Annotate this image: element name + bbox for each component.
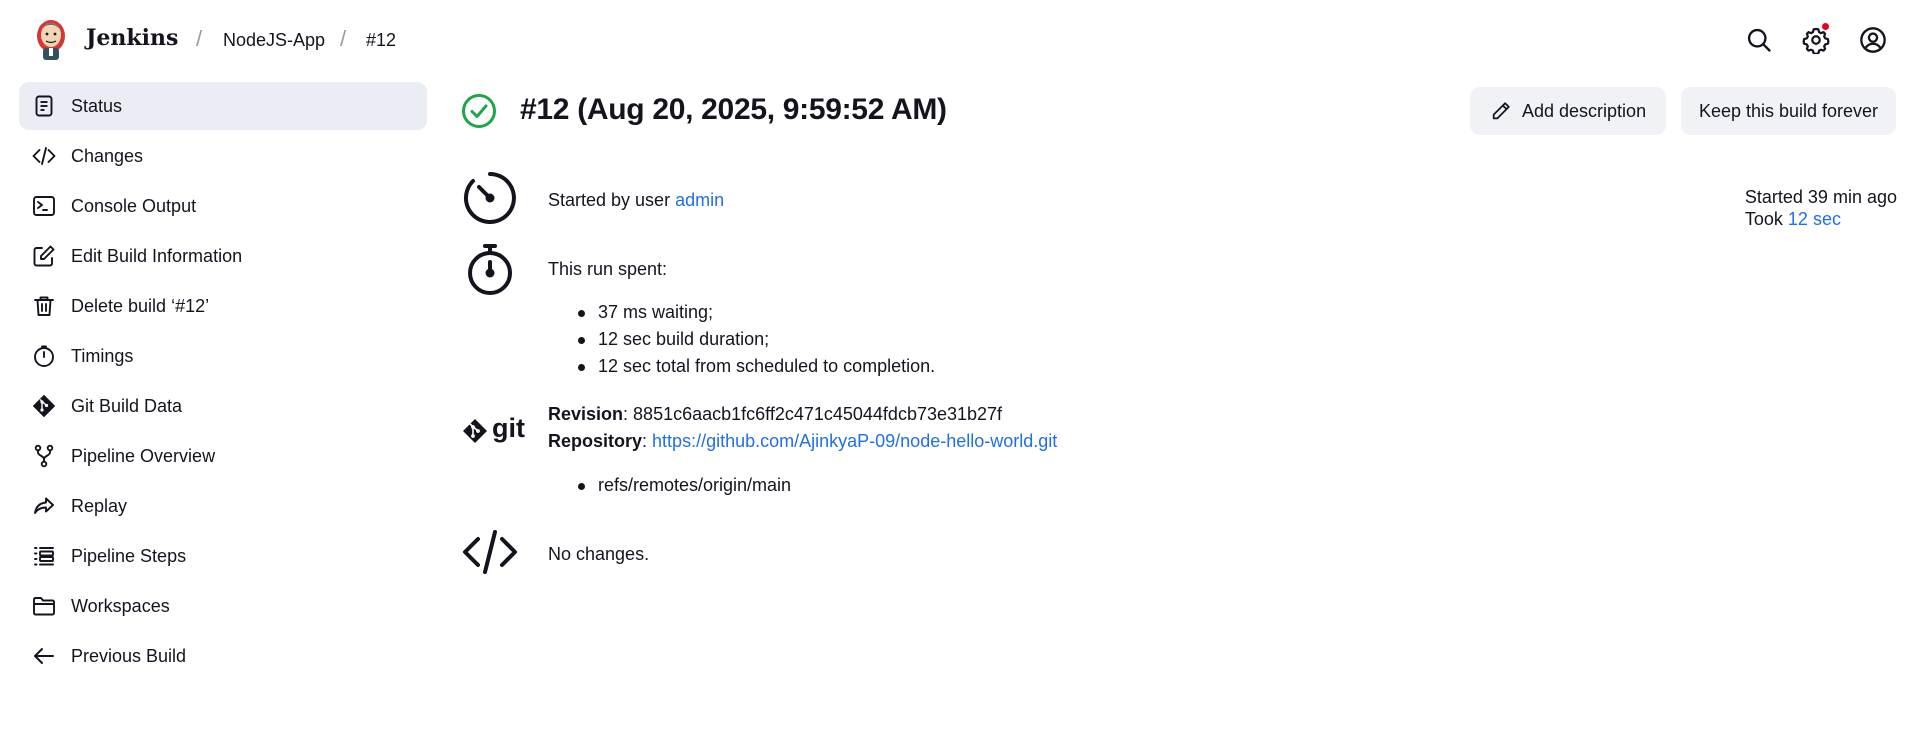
sidebar-item-replay[interactable]: Replay [19, 482, 427, 530]
sidebar-item-console-output[interactable]: Console Output [19, 182, 427, 230]
branch-icon [32, 444, 56, 468]
folder-icon [32, 594, 56, 618]
sidebar-item-label: Delete build ‘#12’ [71, 295, 210, 316]
sidebar-item-label: Previous Build [71, 645, 187, 666]
run-spent-label: This run spent: [548, 259, 668, 279]
add-description-button[interactable]: Add description [1470, 87, 1666, 135]
repository-line: Repository: https://github.com/AjinkyaP-… [548, 431, 1058, 451]
sidebar-item-label: Workspaces [71, 595, 170, 616]
breadcrumb-separator: / [340, 26, 347, 51]
started-ago-text: Started 39 min ago [1744, 187, 1897, 207]
breadcrumb-separator: / [196, 26, 203, 51]
list-item: 37 ms waiting; [548, 299, 935, 326]
sidebar-item-workspaces[interactable]: Workspaces [19, 582, 427, 630]
arrow-left-icon [32, 644, 56, 668]
revision-hash: 8851c6aacb1fc6ff2c471c45044fdcb73e31b27f [633, 404, 1003, 424]
stopwatch-icon [462, 242, 518, 298]
took-prefix: Took [1744, 209, 1788, 229]
sidebar: Status Changes Console Output Edit Build… [19, 82, 427, 682]
no-changes-text: No changes. [548, 544, 650, 564]
search-icon[interactable] [1745, 26, 1773, 54]
git-icon [32, 394, 56, 418]
revision-label: Revision [548, 404, 624, 424]
page-title: #12 (Aug 20, 2025, 9:59:52 AM) [520, 93, 947, 126]
revision-line: Revision: 8851c6aacb1fc6ff2c471c45044fdc… [548, 404, 1003, 424]
sidebar-item-edit-build-information[interactable]: Edit Build Information [19, 232, 427, 280]
took-text: Took 12 sec [1745, 208, 1897, 230]
sidebar-item-label: Console Output [71, 195, 197, 216]
gear-icon[interactable] [1802, 26, 1830, 55]
success-check-icon [461, 93, 497, 129]
trash-icon [32, 294, 56, 318]
timer-icon [462, 170, 518, 226]
run-spent-list: 37 ms waiting; 12 sec build duration; 12… [548, 299, 935, 380]
list-item: 12 sec build duration; [548, 326, 935, 353]
list-item: refs/remotes/origin/main [548, 472, 791, 499]
repository-link[interactable]: https://github.com/AjinkyaP-09/node-hell… [652, 431, 1057, 451]
sidebar-item-pipeline-steps[interactable]: Pipeline Steps [19, 532, 427, 580]
sidebar-item-label: Edit Build Information [71, 245, 243, 266]
build-timing-summary: Started 39 min ago Took 12 sec [1745, 186, 1897, 230]
duration-link[interactable]: 12 sec [1788, 209, 1841, 229]
edit-icon [32, 244, 56, 268]
sidebar-item-label: Timings [71, 345, 134, 366]
sidebar-item-label: Pipeline Overview [71, 445, 216, 466]
brand-name[interactable]: Jenkins [86, 25, 178, 51]
list-icon [32, 544, 56, 568]
sidebar-item-pipeline-overview[interactable]: Pipeline Overview [19, 432, 427, 480]
sidebar-item-delete-build[interactable]: Delete build ‘#12’ [19, 282, 427, 330]
code-icon [32, 144, 56, 168]
git-logo-text: git [492, 413, 525, 443]
add-description-label: Add description [1522, 100, 1647, 121]
sidebar-item-changes[interactable]: Changes [19, 132, 427, 180]
sidebar-item-previous-build[interactable]: Previous Build [19, 632, 427, 680]
list-item: 12 sec total from scheduled to completio… [548, 353, 935, 380]
terminal-icon [32, 194, 56, 218]
git-logo: git [462, 413, 532, 449]
sidebar-item-status[interactable]: Status [19, 82, 427, 130]
jenkins-logo[interactable] [33, 16, 69, 62]
sidebar-item-timings[interactable]: Timings [19, 332, 427, 380]
replay-icon [32, 494, 56, 518]
code-icon [462, 524, 518, 580]
repository-label: Repository [548, 431, 643, 451]
pencil-icon [1492, 102, 1510, 120]
user-icon[interactable] [1859, 26, 1887, 54]
sidebar-item-label: Git Build Data [71, 395, 183, 416]
sidebar-item-label: Replay [71, 495, 128, 516]
top-bar: Jenkins / NodeJS-App / #12 [0, 0, 1919, 80]
started-by-prefix: Started by user [548, 190, 676, 210]
user-admin-link[interactable]: admin [675, 190, 724, 210]
refs-list: refs/remotes/origin/main [548, 472, 791, 499]
stopwatch-icon [32, 344, 56, 368]
keep-build-forever-button[interactable]: Keep this build forever [1681, 87, 1896, 135]
sidebar-item-git-build-data[interactable]: Git Build Data [19, 382, 427, 430]
sidebar-item-label: Changes [71, 145, 144, 166]
breadcrumb-build[interactable]: #12 [366, 30, 396, 51]
started-by-text: Started by user admin [548, 190, 724, 211]
breadcrumb-job[interactable]: NodeJS-App [223, 30, 325, 51]
sidebar-item-label: Status [71, 95, 123, 116]
document-icon [32, 94, 56, 118]
sidebar-item-label: Pipeline Steps [71, 545, 187, 566]
notification-dot [1822, 23, 1829, 30]
